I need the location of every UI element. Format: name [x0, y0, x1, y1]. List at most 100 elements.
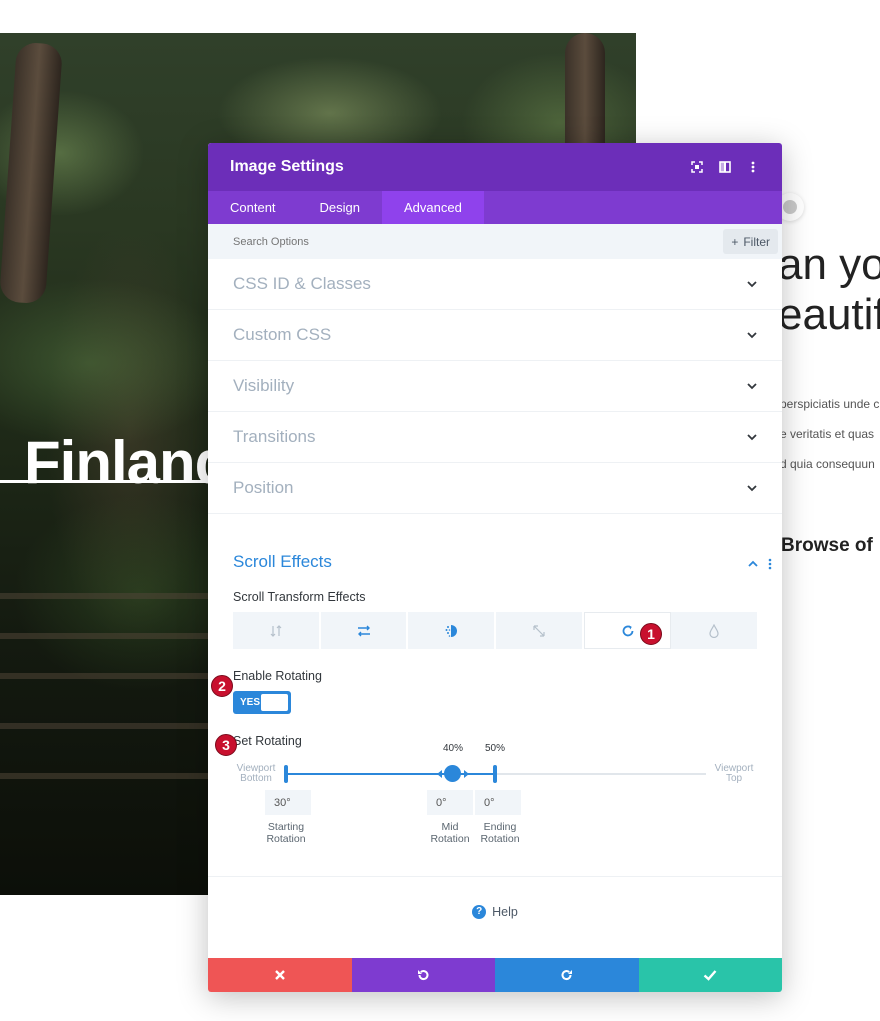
- label-line: Rotation: [430, 833, 470, 845]
- vertical-motion-icon: [270, 624, 282, 637]
- label-line: Mid: [441, 821, 459, 833]
- page-heading-line: an yo: [778, 240, 880, 289]
- chevron-down-icon: [747, 332, 757, 339]
- modal-header: Image Settings: [208, 143, 782, 191]
- section-label: Custom CSS: [233, 325, 332, 344]
- start-handle[interactable]: [284, 765, 288, 783]
- ending-rotation-input[interactable]: 0°: [475, 790, 521, 815]
- help-label: Help: [492, 904, 518, 919]
- paragraph-line: e veritatis et quas: [780, 427, 875, 441]
- tree-trunk: [0, 41, 64, 305]
- stair-step: [0, 673, 210, 679]
- starting-rotation-input[interactable]: 30°: [265, 790, 311, 815]
- undo-button[interactable]: [351, 958, 495, 992]
- enable-rotating-toggle[interactable]: YES: [233, 691, 291, 714]
- effect-horizontal-motion[interactable]: [321, 612, 409, 649]
- paragraph-line: d quia consequun: [780, 457, 875, 471]
- chevron-up-icon[interactable]: [748, 559, 758, 569]
- scroll-transform-effects: [233, 612, 757, 649]
- tab-design[interactable]: Design: [298, 191, 382, 224]
- hero-title: Finland: [24, 429, 231, 496]
- checkmark-icon: [703, 970, 717, 981]
- enable-rotating-label: Enable Rotating: [233, 669, 322, 683]
- image-settings-modal: Image Settings Content Design Advanced S…: [208, 143, 782, 992]
- effect-fade[interactable]: [408, 612, 497, 649]
- expand-icon[interactable]: [690, 160, 704, 174]
- discard-button[interactable]: [208, 958, 352, 992]
- search-input[interactable]: [233, 235, 533, 248]
- mid-handle[interactable]: [444, 765, 461, 782]
- ending-rotation-label: Ending Rotation: [472, 821, 528, 845]
- header-icons: [690, 160, 760, 174]
- help-icon: ?: [472, 904, 487, 919]
- hero-underline: [0, 480, 210, 483]
- step-badge-2: 2: [211, 675, 233, 697]
- viewport-top-label: Viewport Top: [711, 764, 757, 784]
- toggle-text: YES: [240, 697, 261, 708]
- stair-step: [0, 723, 210, 729]
- save-button[interactable]: [638, 958, 782, 992]
- help-row[interactable]: ? Help: [208, 876, 782, 946]
- plus-icon: +: [731, 234, 739, 249]
- viewport-top-line: Top: [725, 773, 743, 784]
- scale-icon: [533, 624, 545, 637]
- paragraph-line: perspiciatis unde c: [780, 397, 880, 411]
- browse-heading: Browse of: [781, 535, 873, 556]
- scroll-effects-title: Scroll Effects: [233, 552, 332, 571]
- section-visibility[interactable]: Visibility: [208, 361, 782, 412]
- label-line: Ending: [483, 821, 517, 833]
- chevron-down-icon: [747, 281, 757, 288]
- redo-icon: [561, 970, 572, 981]
- more-icon[interactable]: [746, 160, 760, 174]
- step-badge-3: 3: [215, 734, 237, 756]
- section-label: Transitions: [233, 427, 316, 446]
- label-line: Rotation: [480, 833, 520, 845]
- filter-button[interactable]: + Filter: [723, 229, 778, 254]
- undo-icon: [418, 970, 429, 981]
- stair-step: [0, 633, 210, 639]
- viewport-bottom-line: Bottom: [240, 773, 272, 784]
- label-line: Rotation: [266, 833, 306, 845]
- viewport-bottom-label: Viewport Bottom: [233, 764, 279, 784]
- arrow-right-icon: [464, 770, 469, 778]
- section-custom-css[interactable]: Custom CSS: [208, 310, 782, 361]
- rotate-icon: [622, 625, 633, 636]
- tab-advanced[interactable]: Advanced: [382, 191, 484, 224]
- section-label: Visibility: [233, 376, 295, 395]
- section-label: CSS ID & Classes: [233, 274, 371, 293]
- arrow-left-icon: [437, 770, 442, 778]
- tabs-bar: Content Design Advanced: [208, 191, 782, 224]
- close-icon: [274, 970, 285, 980]
- fade-icon: [445, 624, 458, 637]
- scroll-transform-label: Scroll Transform Effects: [233, 590, 366, 604]
- stair-step: [0, 773, 210, 779]
- toggle-row: YES: [208, 683, 782, 714]
- label-line: Starting: [267, 821, 305, 833]
- section-label: Position: [233, 478, 294, 497]
- modal-footer: [208, 958, 782, 992]
- scroll-effects-header[interactable]: Scroll Effects: [208, 514, 782, 580]
- effect-scale[interactable]: [496, 612, 584, 649]
- step-badge-1: 1: [640, 623, 662, 645]
- tab-content[interactable]: Content: [208, 191, 298, 224]
- effect-vertical-motion[interactable]: [233, 612, 321, 649]
- section-position[interactable]: Position: [208, 463, 782, 514]
- page-heading-line: eautif: [778, 290, 880, 339]
- mid-rotation-label: Mid Rotation: [422, 821, 478, 845]
- redo-button[interactable]: [495, 958, 639, 992]
- filter-label: Filter: [743, 234, 770, 249]
- chevron-down-icon: [747, 485, 757, 492]
- section-transitions[interactable]: Transitions: [208, 412, 782, 463]
- mid-rotation-input[interactable]: 0°: [427, 790, 473, 815]
- chevron-down-icon: [747, 383, 757, 390]
- section-css-id-classes[interactable]: CSS ID & Classes: [208, 259, 782, 310]
- horizontal-motion-icon: [357, 625, 370, 636]
- end-handle[interactable]: [493, 765, 497, 783]
- rotation-slider-area: Viewport Bottom Viewport Top 40% 50% 30°…: [208, 738, 782, 858]
- effect-blur[interactable]: [671, 612, 757, 649]
- mid-percent: 40%: [443, 743, 464, 754]
- chevron-down-icon: [747, 434, 757, 441]
- split-view-icon[interactable]: [718, 160, 732, 174]
- more-icon[interactable]: [768, 558, 772, 570]
- modal-title: Image Settings: [230, 158, 344, 175]
